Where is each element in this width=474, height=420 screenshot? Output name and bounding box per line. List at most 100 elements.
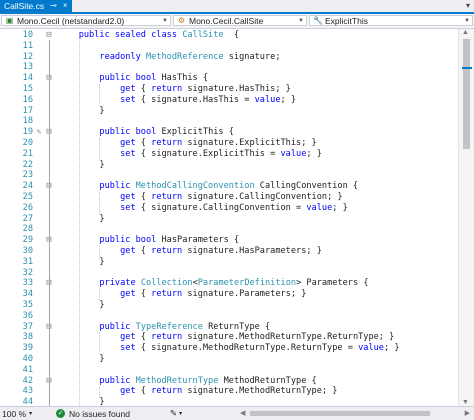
issues-indicator[interactable]: ✓ No issues found — [56, 408, 130, 419]
line-number: 18 — [22, 116, 33, 127]
code-line[interactable]: 33 ⊟ private Collection<ParameterDefiniti… — [0, 278, 458, 289]
code-line[interactable]: 21 set { signature.ExplicitThis = value;… — [0, 149, 458, 160]
quick-action-icon[interactable]: ✎ — [34, 127, 44, 138]
code-editor[interactable]: 10 ⊟ public sealed class CallSite {11 12 r… — [0, 29, 458, 406]
line-number: 12 — [22, 51, 33, 62]
code-token: ; } — [383, 343, 400, 354]
line-number: 22 — [22, 159, 33, 170]
csharp-project-icon: ▣ — [5, 16, 14, 25]
tab-overflow-dropdown[interactable]: ▾ — [466, 0, 470, 12]
member-dropdown[interactable]: 🔧 ExplicitThis ▼ — [309, 15, 473, 26]
indent-guide — [99, 332, 101, 354]
code-line[interactable]: 26 set { signature.CallingConvention = v… — [0, 203, 458, 214]
line-number: 13 — [22, 62, 33, 73]
code-line[interactable]: 40 } — [0, 354, 458, 365]
type-token: ParameterDefinition — [197, 278, 297, 289]
code-line[interactable]: 20 get { return signature.ExplicitThis; … — [0, 138, 458, 149]
code-line[interactable]: 12 readonly MethodReference signature; — [0, 52, 458, 63]
code-line[interactable]: 34 get { return signature.Parameters; } — [0, 289, 458, 300]
code-line[interactable]: 13 — [0, 62, 458, 73]
line-number: 30 — [22, 246, 33, 256]
code-line[interactable]: 43 get { return signature.MethodReturnTy… — [0, 386, 458, 397]
code-line[interactable]: 18 — [0, 116, 458, 127]
line-number: 20 — [22, 138, 33, 148]
scroll-down-icon[interactable]: ▼ — [462, 399, 469, 406]
code-line[interactable]: 16 set { signature.HasThis = value; } — [0, 95, 458, 106]
vertical-scrollbar[interactable]: ▲ ▼ — [458, 29, 474, 406]
code-token: signature.HasParameters; } — [182, 246, 322, 256]
line-number: 41 — [22, 364, 33, 375]
line-number: 32 — [22, 267, 33, 278]
code-line[interactable]: 32 — [0, 268, 458, 279]
code-line[interactable]: 41 — [0, 365, 458, 376]
code-line[interactable]: 39 set { signature.MethodReturnType.Retu… — [0, 343, 458, 354]
scroll-thumb[interactable] — [463, 39, 470, 149]
code-line[interactable]: 44 } — [0, 397, 458, 406]
code-line[interactable]: 31 } — [0, 257, 458, 268]
line-number: 14 — [22, 73, 33, 84]
close-icon[interactable]: × — [63, 2, 68, 10]
code-token: MethodReturnType { — [218, 375, 317, 386]
indent-guide — [99, 289, 101, 300]
code-text: private Collection<ParameterDefinition> … — [58, 278, 368, 289]
code-token: signature.MethodReturnType; } — [182, 386, 338, 397]
keyword-token: public — [99, 321, 136, 332]
code-line[interactable]: 36 — [0, 311, 458, 322]
code-line[interactable]: 30 get { return signature.HasParameters;… — [0, 246, 458, 257]
tab-callsite[interactable]: CallSite.cs ⊸ × — [0, 0, 72, 12]
code-line[interactable]: 35 } — [0, 300, 458, 311]
indent-guide — [99, 84, 101, 106]
zoom-dropdown[interactable]: 100 % ▾ — [2, 408, 32, 419]
horizontal-scroll-thumb[interactable] — [250, 411, 430, 416]
scroll-right-icon[interactable]: ▶ — [465, 409, 470, 417]
code-token: HasParameters { — [161, 235, 240, 246]
code-text: public bool HasParameters { — [58, 235, 239, 246]
issues-text: No issues found — [69, 408, 130, 419]
code-line[interactable]: 42 ⊟ public MethodReturnType MethodReturn… — [0, 376, 458, 387]
chevron-down-icon: ▾ — [179, 411, 183, 417]
code-line[interactable]: 28 — [0, 224, 458, 235]
scroll-up-icon[interactable]: ▲ — [462, 29, 469, 36]
scroll-left-icon[interactable]: ◀ — [240, 409, 245, 417]
line-number: 15 — [22, 84, 33, 94]
keyword-token: return — [151, 192, 183, 202]
class-icon: ⚙ — [177, 16, 186, 25]
code-text: set { signature.ExplicitThis = value; } — [58, 149, 322, 160]
code-line[interactable]: 23 — [0, 170, 458, 181]
code-text: } — [58, 160, 104, 171]
horizontal-scrollbar[interactable]: ◀ ▶ — [200, 409, 474, 418]
code-line[interactable]: 15 get { return signature.HasThis; } — [0, 84, 458, 95]
code-line[interactable]: 37 ⊟ public TypeReference ReturnType { — [0, 322, 458, 333]
code-line[interactable]: 14 ⊟ public bool HasThis { — [0, 73, 458, 84]
chevron-down-icon: ▾ — [29, 411, 33, 417]
line-number: 16 — [22, 94, 33, 105]
code-cleanup-button[interactable]: ✎ ▾ — [170, 408, 182, 419]
pin-icon[interactable]: ⊸ — [50, 2, 57, 10]
code-line[interactable]: 11 — [0, 41, 458, 52]
code-token: ; } — [306, 148, 322, 159]
code-token: } — [58, 213, 105, 224]
code-line[interactable]: 24 ⊟ public MethodCallingConvention Calli… — [0, 181, 458, 192]
code-line[interactable]: 19 ✎ ⊟ public bool ExplicitThis { — [0, 127, 458, 138]
line-number: 40 — [22, 354, 33, 364]
line-number: 31 — [22, 256, 33, 267]
class-dropdown[interactable]: ⚙ Mono.Cecil.CallSite ▼ — [173, 15, 307, 26]
code-line[interactable]: 29 ⊟ public bool HasParameters { — [0, 235, 458, 246]
code-line[interactable]: 22 } — [0, 160, 458, 171]
code-line[interactable]: 38 get { return signature.MethodReturnTy… — [0, 332, 458, 343]
code-line[interactable]: 17 } — [0, 106, 458, 117]
keyword-token: public sealed class — [78, 30, 183, 40]
code-token: { — [135, 84, 152, 94]
code-line[interactable]: 10 ⊟ public sealed class CallSite { — [0, 30, 458, 41]
project-dropdown[interactable]: ▣ Mono.Cecil (netstandard2.0) ▼ — [1, 15, 171, 26]
code-line[interactable]: 27 } — [0, 214, 458, 225]
code-line[interactable]: 25 get { return signature.CallingConvent… — [0, 192, 458, 203]
keyword-token: get — [120, 138, 136, 148]
chevron-down-icon: ▼ — [162, 17, 168, 24]
code-token: } — [58, 397, 105, 406]
keyword-token: return — [151, 332, 183, 343]
code-token: { — [223, 30, 240, 40]
